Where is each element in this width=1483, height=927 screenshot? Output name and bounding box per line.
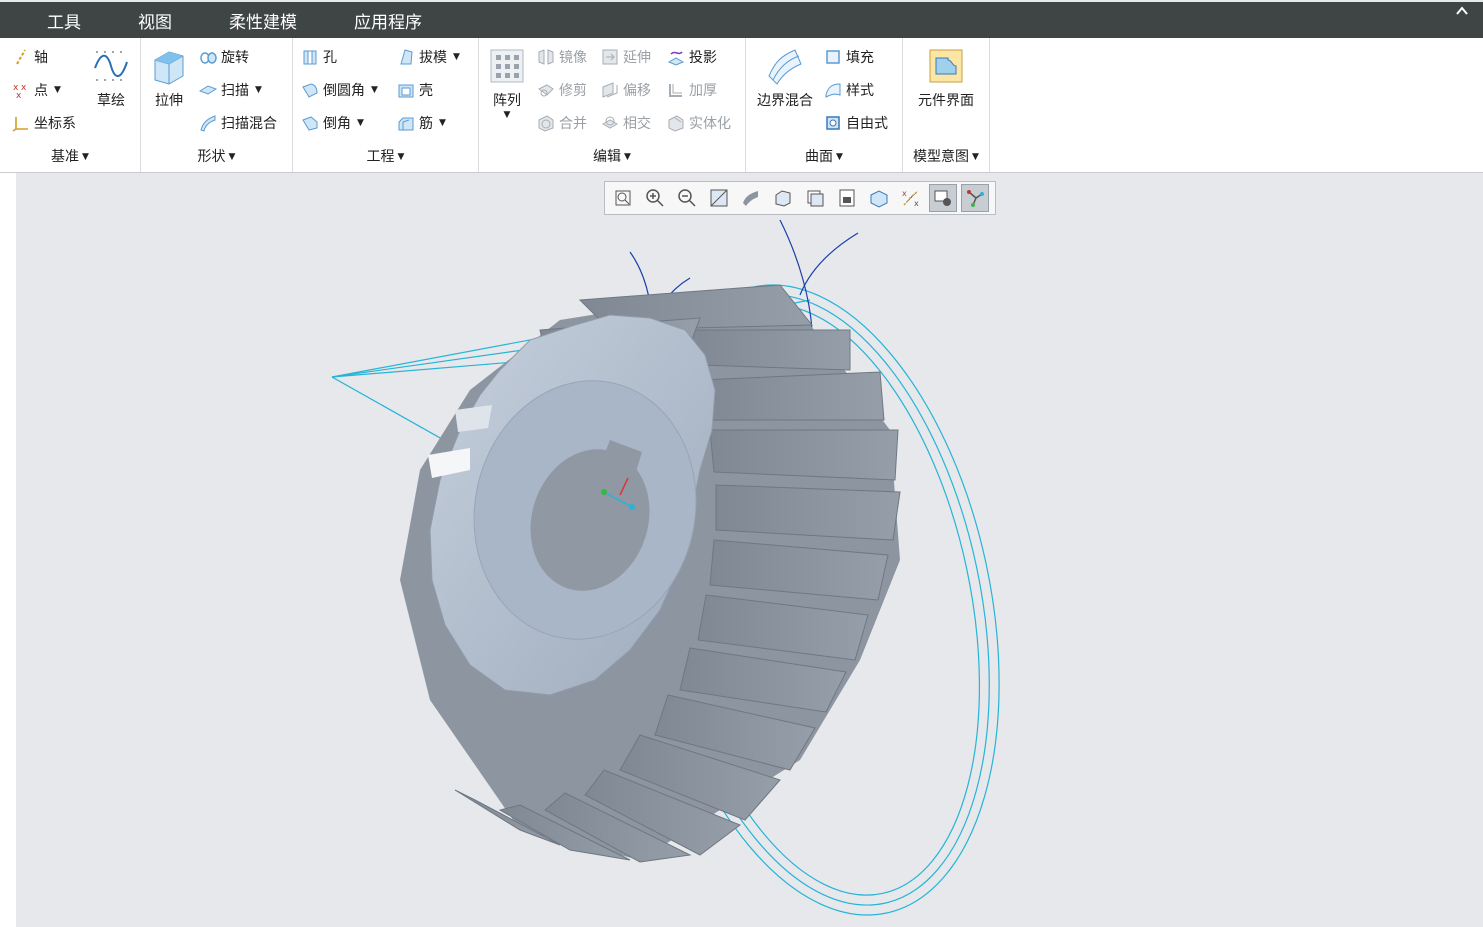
tab-flexible-modeling[interactable]: 柔性建模 xyxy=(229,8,297,33)
fill-button[interactable]: 填充 xyxy=(824,47,874,67)
boundary-blend-button[interactable]: 边界混合 xyxy=(750,46,820,110)
group-engineering: 孔 倒圆角 ▼ 倒角 ▼ 拔模 ▼ 壳 筋 ▼ 工程 ▼ xyxy=(293,38,479,172)
tab-tools[interactable]: 工具 xyxy=(47,8,81,33)
group-label-shapes[interactable]: 形状 ▼ xyxy=(141,146,292,166)
freestyle-button[interactable]: 自由式 xyxy=(824,113,888,133)
model-tree-panel[interactable] xyxy=(0,173,17,927)
sketch-icon xyxy=(91,46,131,86)
round-button[interactable]: 倒圆角 ▼ xyxy=(301,80,378,100)
swept-blend-button[interactable]: 扫描混合 xyxy=(199,113,277,133)
spin-center-icon[interactable] xyxy=(865,184,893,212)
coordinate-system-icon xyxy=(12,114,30,132)
repaint-icon[interactable] xyxy=(705,184,733,212)
shell-icon xyxy=(397,81,415,99)
component-interface-icon xyxy=(926,46,966,86)
group-shapes: 拉伸 旋转 扫描 ▼ 扫描混合 形状 ▼ xyxy=(141,38,293,172)
draft-button[interactable]: 拔模 ▼ xyxy=(397,47,460,67)
group-label-model-intent[interactable]: 模型意图 ▼ xyxy=(903,146,989,166)
csys-button[interactable]: 坐标系 xyxy=(12,113,76,133)
datum-display-icon[interactable]: xx xyxy=(897,184,925,212)
svg-text:x: x xyxy=(914,199,919,208)
pattern-icon xyxy=(487,46,527,86)
group-datum: 轴 xxx 点 ▼ 坐标系 草绘 基准 ▼ xyxy=(0,38,141,172)
offset-icon xyxy=(601,81,619,99)
group-model-intent: 元件界面 模型意图 ▼ xyxy=(903,38,990,172)
group-label-editing[interactable]: 编辑 ▼ xyxy=(479,146,745,166)
boundary-blend-icon xyxy=(765,46,805,86)
revolve-button[interactable]: 旋转 xyxy=(199,47,249,67)
extend-icon xyxy=(601,48,619,66)
component-interface-button[interactable]: 元件界面 xyxy=(909,46,983,110)
perspective-icon[interactable] xyxy=(833,184,861,212)
style-icon xyxy=(824,81,842,99)
sweep-button[interactable]: 扫描 ▼ xyxy=(199,80,262,100)
group-label-engineering[interactable]: 工程 ▼ xyxy=(293,146,478,166)
point-button[interactable]: xxx 点 ▼ xyxy=(12,80,61,100)
view-toolbar: xx xyxy=(604,181,996,215)
hole-button[interactable]: 孔 xyxy=(301,47,337,67)
thicken-icon xyxy=(667,81,685,99)
point-icon: xxx xyxy=(12,81,30,99)
chamfer-button[interactable]: 倒角 ▼ xyxy=(301,113,364,133)
extend-button[interactable]: 延伸 xyxy=(601,47,651,67)
svg-text:x: x xyxy=(16,91,22,99)
offset-button[interactable]: 偏移 xyxy=(601,80,651,100)
axis-icon xyxy=(12,48,30,66)
chamfer-icon xyxy=(301,114,319,132)
menu-bar: 工具 视图 柔性建模 应用程序 xyxy=(0,2,1483,38)
intersect-icon xyxy=(601,114,619,132)
trim-button[interactable]: 修剪 xyxy=(537,80,587,100)
sketch-view-icon[interactable] xyxy=(961,184,989,212)
tab-view[interactable]: 视图 xyxy=(138,8,172,33)
draft-icon xyxy=(397,48,415,66)
swept-blend-icon xyxy=(199,114,217,132)
zoom-out-icon[interactable] xyxy=(673,184,701,212)
sketch-button[interactable]: 草绘 xyxy=(88,46,134,110)
rib-button[interactable]: 筋 ▼ xyxy=(397,113,446,133)
tab-applications[interactable]: 应用程序 xyxy=(354,8,422,33)
intersect-button[interactable]: 相交 xyxy=(601,113,651,133)
style-button[interactable]: 样式 xyxy=(824,80,874,100)
merge-button[interactable]: 合并 xyxy=(537,113,587,133)
zoom-in-icon[interactable] xyxy=(641,184,669,212)
solidify-button[interactable]: 实体化 xyxy=(667,113,731,133)
freestyle-icon xyxy=(824,114,842,132)
saved-orientations-icon[interactable] xyxy=(769,184,797,212)
display-style-icon[interactable] xyxy=(737,184,765,212)
chevron-up-icon[interactable] xyxy=(1455,4,1469,22)
mirror-button[interactable]: 镜像 xyxy=(537,47,587,67)
ribbon: 轴 xxx 点 ▼ 坐标系 草绘 基准 ▼ 拉伸 旋转 扫描 ▼ 扫描混合 形状… xyxy=(0,38,1483,173)
extrude-button[interactable]: 拉伸 xyxy=(147,46,191,110)
svg-text:x: x xyxy=(21,83,27,93)
round-icon xyxy=(301,81,319,99)
extrude-icon xyxy=(149,46,189,86)
sweep-icon xyxy=(199,81,217,99)
axis-button[interactable]: 轴 xyxy=(12,47,48,67)
hole-icon xyxy=(301,48,319,66)
revolve-icon xyxy=(199,48,217,66)
mirror-icon xyxy=(537,48,555,66)
merge-icon xyxy=(537,114,555,132)
group-label-surfaces[interactable]: 曲面 ▼ xyxy=(746,146,902,166)
pattern-button[interactable]: 阵列 ▼ xyxy=(485,46,529,120)
group-editing: 阵列 ▼ 镜像 修剪 合并 延伸 偏移 相交 投影 加厚 实体化 编辑 ▼ xyxy=(479,38,746,172)
gear-model[interactable] xyxy=(16,173,1483,927)
group-label-datum[interactable]: 基准 ▼ xyxy=(0,146,140,166)
view-manager-icon[interactable] xyxy=(801,184,829,212)
refit-icon[interactable] xyxy=(609,184,637,212)
annotation-display-icon[interactable] xyxy=(929,184,957,212)
thicken-button[interactable]: 加厚 xyxy=(667,80,717,100)
group-surfaces: 边界混合 填充 样式 自由式 曲面 ▼ xyxy=(746,38,903,172)
trim-icon xyxy=(537,81,555,99)
solidify-icon xyxy=(667,114,685,132)
graphics-window[interactable] xyxy=(16,173,1483,927)
fill-icon xyxy=(824,48,842,66)
shell-button[interactable]: 壳 xyxy=(397,80,433,100)
svg-text:x: x xyxy=(902,189,907,198)
rib-icon xyxy=(397,114,415,132)
project-button[interactable]: 投影 xyxy=(667,47,717,67)
project-icon xyxy=(667,48,685,66)
